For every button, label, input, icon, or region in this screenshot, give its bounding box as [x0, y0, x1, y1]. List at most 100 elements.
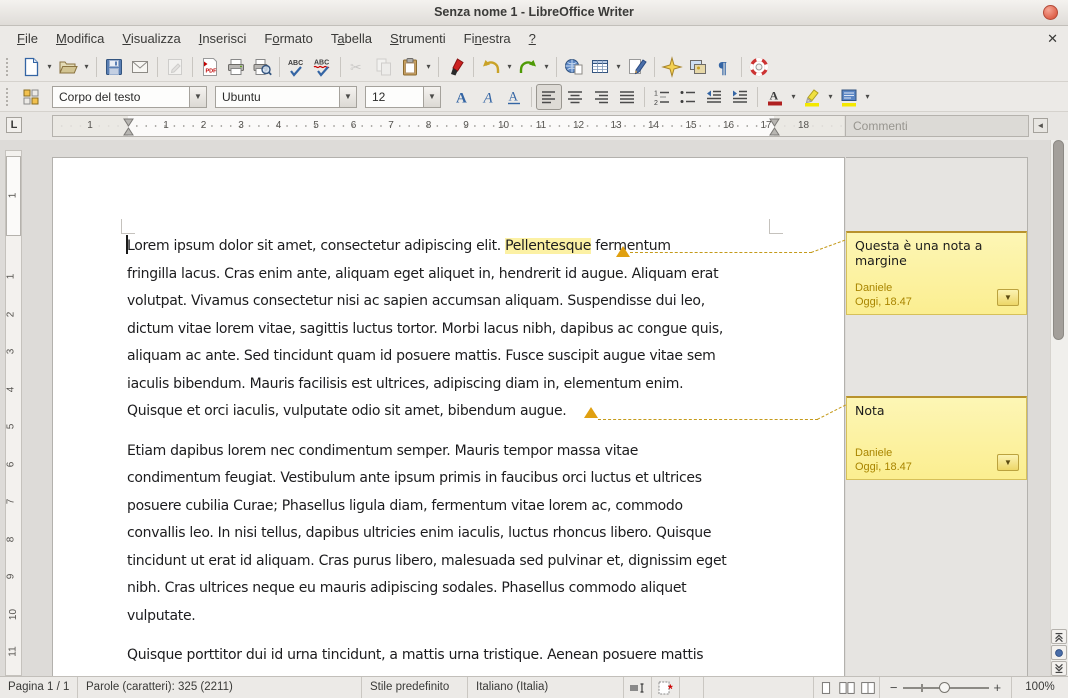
- margin-comment[interactable]: Questa è una nota a margine Daniele Oggi…: [846, 231, 1027, 315]
- combo-dropdown-icon[interactable]: ▼: [423, 87, 440, 107]
- menu-strumenti[interactable]: Strumenti: [381, 27, 455, 51]
- margin-comment[interactable]: Nota Daniele Oggi, 18.47 ▼: [846, 396, 1027, 480]
- status-page-style[interactable]: Stile predefinito: [362, 677, 468, 698]
- zoom-in-icon[interactable]: +: [994, 677, 1002, 698]
- navigation-button[interactable]: [1051, 645, 1067, 660]
- menu-tabella[interactable]: Tabella: [322, 27, 381, 51]
- styles-panel-button[interactable]: [18, 84, 44, 110]
- status-zoom-percent[interactable]: 100%: [1012, 677, 1068, 698]
- save-button[interactable]: [101, 54, 127, 80]
- auto-spellcheck-button[interactable]: ABC: [310, 54, 336, 80]
- align-center-button[interactable]: [562, 84, 588, 110]
- status-insert-mode[interactable]: [624, 677, 652, 698]
- align-left-button[interactable]: [536, 84, 562, 110]
- font-name-combo[interactable]: Ubuntu ▼: [215, 86, 357, 108]
- background-color-dropdown-arrow[interactable]: ▾: [862, 84, 873, 110]
- paragraph[interactable]: Quisque porttitor dui id urna tincidunt,…: [127, 642, 779, 676]
- toolbar-grip[interactable]: [6, 58, 14, 76]
- print-button[interactable]: [223, 54, 249, 80]
- status-selection-mode[interactable]: *: [652, 677, 680, 698]
- spelling-button[interactable]: ABC: [284, 54, 310, 80]
- export-pdf-button[interactable]: PDF: [197, 54, 223, 80]
- vertical-scrollbar-thumb[interactable]: [1053, 140, 1064, 340]
- highlight-color-button[interactable]: [799, 84, 825, 110]
- paste-button[interactable]: [397, 54, 423, 80]
- decrease-indent-button[interactable]: [701, 84, 727, 110]
- increase-indent-button[interactable]: [727, 84, 753, 110]
- status-modified-flag[interactable]: [680, 677, 704, 698]
- numbered-list-button[interactable]: 12: [649, 84, 675, 110]
- book-view-icon[interactable]: [859, 680, 877, 696]
- font-color-dropdown-arrow[interactable]: ▾: [788, 84, 799, 110]
- redo-button[interactable]: [515, 54, 541, 80]
- gallery-button[interactable]: [685, 54, 711, 80]
- combo-dropdown-icon[interactable]: ▼: [339, 87, 356, 107]
- formatting-marks-button[interactable]: ¶: [711, 54, 737, 80]
- comment-anchor-icon[interactable]: [616, 246, 630, 257]
- comment-highlighted-text[interactable]: Pellentesque: [505, 238, 591, 254]
- bold-button[interactable]: A: [449, 84, 475, 110]
- help-button[interactable]: [746, 54, 772, 80]
- single-page-view-icon[interactable]: [817, 680, 835, 696]
- hyperlink-button[interactable]: [561, 54, 587, 80]
- redo-dropdown-arrow[interactable]: ▾: [541, 54, 552, 80]
- menu-visualizza[interactable]: Visualizza: [113, 27, 189, 51]
- highlight-color-dropdown-arrow[interactable]: ▾: [825, 84, 836, 110]
- window-close-button[interactable]: [1043, 5, 1058, 20]
- toolbar-grip[interactable]: [6, 88, 14, 106]
- email-button[interactable]: [127, 54, 153, 80]
- comment-menu-button[interactable]: ▼: [997, 289, 1019, 306]
- comments-collapse-button[interactable]: ◄: [1033, 118, 1048, 133]
- comment-text[interactable]: Nota: [855, 403, 1018, 418]
- print-preview-button[interactable]: [249, 54, 275, 80]
- open-dropdown-arrow[interactable]: ▾: [81, 54, 92, 80]
- status-page-number[interactable]: Pagina 1 / 1: [0, 677, 78, 698]
- status-language[interactable]: Italiano (Italia): [468, 677, 624, 698]
- horizontal-ruler[interactable]: 1 123456789101112131415161718: [52, 115, 845, 137]
- document-close-icon[interactable]: ✕: [1047, 26, 1058, 52]
- draw-functions-button[interactable]: [624, 54, 650, 80]
- table-dropdown-arrow[interactable]: ▾: [613, 54, 624, 80]
- menu-formato[interactable]: Formato: [255, 27, 321, 51]
- comment-anchor-icon[interactable]: [584, 407, 598, 418]
- menu-file[interactable]: File: [8, 27, 47, 51]
- indent-marker-left[interactable]: [123, 118, 134, 141]
- align-right-button[interactable]: [588, 84, 614, 110]
- menu-finestra[interactable]: Finestra: [455, 27, 520, 51]
- open-button[interactable]: [55, 54, 81, 80]
- document-text[interactable]: Lorem ipsum dolor sit amet, consectetur …: [127, 233, 779, 676]
- font-size-combo[interactable]: 12 ▼: [365, 86, 441, 108]
- undo-button[interactable]: [478, 54, 504, 80]
- new-document-button[interactable]: [18, 54, 44, 80]
- status-word-count[interactable]: Parole (caratteri): 325 (2211): [78, 677, 362, 698]
- previous-page-button[interactable]: [1051, 629, 1067, 644]
- combo-dropdown-icon[interactable]: ▼: [189, 87, 206, 107]
- comment-menu-button[interactable]: ▼: [997, 454, 1019, 471]
- vertical-ruler[interactable]: 1 123456789101112: [5, 150, 22, 676]
- undo-dropdown-arrow[interactable]: ▾: [504, 54, 515, 80]
- underline-button[interactable]: A: [501, 84, 527, 110]
- bullet-list-button[interactable]: [675, 84, 701, 110]
- background-color-button[interactable]: [836, 84, 862, 110]
- menu-aiuto[interactable]: ?: [520, 27, 545, 51]
- paragraph[interactable]: Lorem ipsum dolor sit amet, consectetur …: [127, 233, 779, 426]
- zoom-slider-track[interactable]: [903, 687, 989, 689]
- next-page-button[interactable]: [1051, 661, 1067, 676]
- zoom-out-icon[interactable]: −: [890, 677, 898, 698]
- multi-page-view-icon[interactable]: [838, 680, 856, 696]
- comment-text[interactable]: Questa è una nota a margine: [855, 238, 1018, 268]
- paragraph[interactable]: Etiam dapibus lorem nec condimentum semp…: [127, 438, 779, 631]
- tab-stop-selector[interactable]: L: [6, 117, 22, 133]
- table-button[interactable]: [587, 54, 613, 80]
- zoom-slider-thumb[interactable]: [939, 682, 950, 693]
- paragraph-style-combo[interactable]: Corpo del testo ▼: [52, 86, 207, 108]
- paste-dropdown-arrow[interactable]: ▾: [423, 54, 434, 80]
- font-color-button[interactable]: A: [762, 84, 788, 110]
- justify-button[interactable]: [614, 84, 640, 110]
- new-document-dropdown-arrow[interactable]: ▾: [44, 54, 55, 80]
- menu-modifica[interactable]: Modifica: [47, 27, 113, 51]
- clone-formatting-button[interactable]: [443, 54, 469, 80]
- italic-button[interactable]: A: [475, 84, 501, 110]
- menu-inserisci[interactable]: Inserisci: [190, 27, 256, 51]
- navigator-button[interactable]: [659, 54, 685, 80]
